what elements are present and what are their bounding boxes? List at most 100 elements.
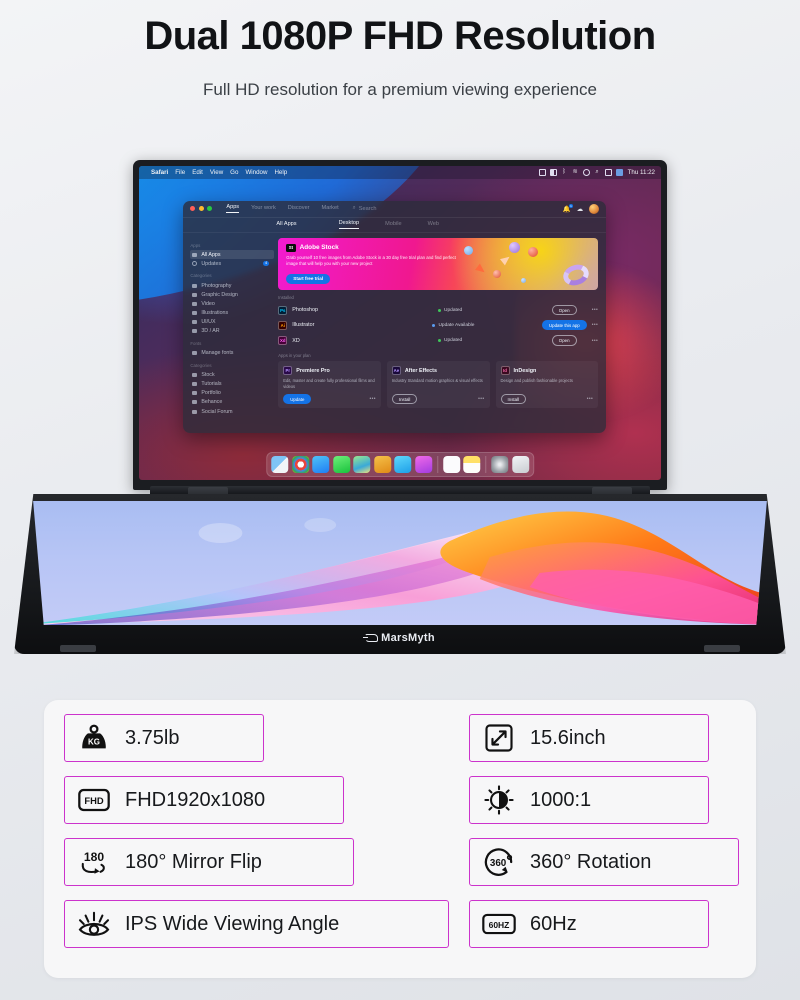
subtab-web[interactable]: Web: [428, 221, 439, 229]
avatar[interactable]: [589, 203, 600, 214]
silk-wallpaper: [33, 511, 767, 625]
list-item[interactable]: Id InDesign Design and publish fashionab…: [495, 361, 599, 409]
subtab-all-apps[interactable]: All Apps: [276, 221, 296, 229]
cube-icon: [192, 329, 198, 334]
menu-item-view[interactable]: View: [210, 169, 223, 176]
podcasts-icon[interactable]: [373, 456, 391, 473]
plan-app-cards: Pr Premiere Pro Edit, master and create …: [278, 361, 599, 409]
reminders-icon[interactable]: [442, 456, 460, 473]
minimize-icon[interactable]: [198, 206, 204, 212]
sidebar-item-stock[interactable]: Stock: [190, 370, 274, 379]
overflow-menu-icon[interactable]: •••: [592, 338, 598, 344]
overflow-menu-icon[interactable]: •••: [592, 307, 598, 313]
sidebar-item-label: Stock: [201, 371, 215, 378]
main-content: St Adobe Stock Grab yourself 10 free ima…: [274, 233, 606, 433]
top-screen: Safari File Edit View Go Window Help ᛒ ≋…: [139, 166, 661, 480]
menu-item-file[interactable]: File: [175, 169, 185, 176]
tab-your-work[interactable]: Your work: [251, 205, 276, 213]
finder-icon[interactable]: [271, 456, 289, 473]
notification-badge: 1: [568, 203, 574, 209]
install-button[interactable]: Install: [391, 393, 418, 405]
menubar-clock[interactable]: Thu 11:22: [628, 169, 655, 176]
list-item[interactable]: Pr Premiere Pro Edit, master and create …: [278, 361, 381, 409]
notes-icon[interactable]: [463, 456, 481, 473]
radio-icon[interactable]: [414, 456, 432, 473]
start-free-trial-button[interactable]: Start free trial: [286, 274, 331, 284]
eye-icon: [77, 910, 111, 938]
menu-item-go[interactable]: Go: [230, 169, 238, 176]
menu-item-edit[interactable]: Edit: [192, 169, 203, 176]
spec-resolution: FHD FHD1920x1080: [64, 776, 344, 824]
status-badge: Updated: [438, 338, 547, 343]
list-item[interactable]: Ae After Effects Industry Standard motio…: [386, 361, 490, 409]
photoshop-icon: Ps: [278, 305, 288, 315]
update-this-app-button[interactable]: Update this app: [541, 320, 587, 331]
user-icon[interactable]: [615, 169, 623, 176]
bluetooth-icon[interactable]: ᛒ: [561, 169, 568, 176]
spec-contrast-ratio: 1000:1: [469, 776, 709, 824]
sidebar-item-behance[interactable]: Behance: [190, 398, 274, 407]
battery-icon[interactable]: [549, 169, 557, 176]
status-dot: [438, 308, 442, 312]
creative-cloud-window: Apps Your work Discover Market ⌕ Search …: [183, 200, 607, 433]
sidebar-item-portfolio[interactable]: Portfolio: [190, 389, 274, 398]
notifications-icon[interactable]: 🔔 1: [563, 203, 574, 213]
sidebar-group-fonts: Fonts: [190, 341, 202, 347]
install-button[interactable]: Install: [500, 393, 527, 405]
tab-discover[interactable]: Discover: [288, 205, 310, 213]
overflow-menu-icon[interactable]: •••: [592, 322, 598, 328]
sidebar-item-graphic-design[interactable]: Graphic Design: [190, 290, 274, 299]
close-icon[interactable]: [190, 206, 196, 212]
wifi-icon[interactable]: ≋: [572, 169, 579, 176]
adobe-stock-promo-banner[interactable]: St Adobe Stock Grab yourself 10 free ima…: [278, 238, 598, 290]
sidebar-item-label: Updates: [201, 260, 222, 267]
sidebar-item-uiux[interactable]: UI/UX: [190, 318, 274, 327]
svg-text:FHD: FHD: [84, 795, 104, 806]
open-button[interactable]: Open: [551, 305, 577, 316]
sidebar-item-manage-fonts[interactable]: Manage fonts: [190, 349, 274, 358]
menu-item-window[interactable]: Window: [245, 169, 267, 176]
sidebar: Apps All Apps Updates 4 Categories Photo…: [183, 233, 275, 433]
sidebar-item-3d-ar[interactable]: 3D / AR: [190, 327, 274, 336]
sidebar-item-video[interactable]: Video: [190, 299, 274, 308]
sidebar-item-all-apps[interactable]: All Apps: [190, 250, 275, 260]
decorative-sphere: [508, 241, 520, 253]
subtab-mobile[interactable]: Mobile: [385, 221, 401, 229]
subtab-desktop[interactable]: Desktop: [338, 220, 360, 230]
overflow-menu-icon[interactable]: •••: [587, 396, 593, 402]
tab-market[interactable]: Market: [322, 205, 339, 213]
app-store-icon[interactable]: [312, 456, 330, 473]
messages-icon[interactable]: [332, 456, 350, 473]
trash-icon[interactable]: [511, 456, 529, 473]
screen-share-icon[interactable]: [538, 169, 546, 176]
window-controls[interactable]: [190, 206, 213, 212]
360-rotation-icon: 360: [482, 847, 516, 877]
sidebar-item-social-forum[interactable]: Social Forum: [190, 407, 274, 416]
chrome-icon[interactable]: [291, 456, 309, 473]
settings-icon[interactable]: [491, 456, 509, 473]
sidebar-item-label: All Apps: [201, 251, 221, 258]
update-button[interactable]: Update: [283, 393, 312, 405]
sidebar-item-tutorials[interactable]: Tutorials: [190, 379, 274, 388]
sidebar-item-illustrations[interactable]: Illustrations: [190, 308, 274, 317]
display-icon[interactable]: [604, 169, 612, 176]
control-center-icon[interactable]: [582, 169, 590, 176]
maximize-icon[interactable]: [207, 206, 213, 212]
window-search[interactable]: ⌕ Search: [353, 205, 377, 212]
sidebar-item-photography[interactable]: Photography: [190, 281, 274, 290]
sidebar-item-label: UI/UX: [201, 319, 216, 326]
search-icon[interactable]: ⌕: [594, 169, 601, 176]
pen-icon: [192, 292, 198, 297]
open-button[interactable]: Open: [551, 335, 577, 346]
sidebar-item-updates[interactable]: Updates 4: [190, 259, 274, 268]
menu-item-help[interactable]: Help: [274, 169, 287, 176]
cloud-sync-icon[interactable]: ☁: [577, 205, 584, 213]
mail-icon[interactable]: [394, 456, 412, 473]
app-description: Design and publish fashionable projects: [500, 378, 573, 384]
app-description: Edit, master and create fully profession…: [283, 378, 375, 390]
menu-item-safari[interactable]: Safari: [151, 169, 168, 176]
overflow-menu-icon[interactable]: •••: [478, 396, 484, 402]
tab-apps[interactable]: Apps: [226, 204, 240, 214]
overflow-menu-icon[interactable]: •••: [369, 396, 375, 402]
maps-icon[interactable]: [353, 456, 371, 473]
